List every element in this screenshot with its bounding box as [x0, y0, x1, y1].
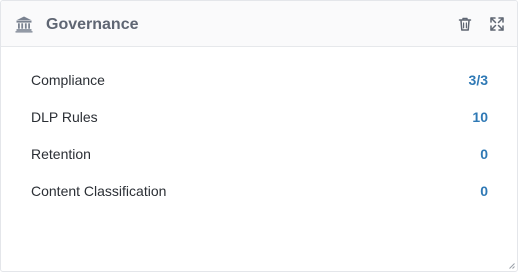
- row-label: Content Classification: [31, 183, 167, 199]
- row-value-link[interactable]: 10: [472, 109, 488, 126]
- governance-list: Compliance 3/3 DLP Rules 10 Retention 0 …: [1, 62, 517, 210]
- list-item-content-classification: Content Classification 0: [1, 173, 517, 210]
- trash-icon: [458, 17, 472, 31]
- list-item-retention: Retention 0: [1, 136, 517, 173]
- row-label: DLP Rules: [31, 109, 98, 125]
- widget-header: Governance: [1, 1, 517, 47]
- row-value-link[interactable]: 3/3: [469, 72, 488, 89]
- expand-arrows-icon: [490, 17, 504, 31]
- bank-icon: [15, 15, 33, 33]
- row-value-link[interactable]: 0: [480, 146, 488, 163]
- row-label: Retention: [31, 146, 91, 162]
- row-label: Compliance: [31, 72, 105, 88]
- delete-widget-button[interactable]: [457, 16, 473, 32]
- row-value-link[interactable]: 0: [480, 183, 488, 200]
- widget-title: Governance: [46, 16, 139, 33]
- expand-widget-button[interactable]: [489, 16, 505, 32]
- list-item-compliance: Compliance 3/3: [1, 62, 517, 99]
- governance-widget: Governance Compliance 3/3 DLP Rules 10 R…: [0, 0, 518, 272]
- list-item-dlp-rules: DLP Rules 10: [1, 99, 517, 136]
- resize-handle[interactable]: [508, 262, 515, 269]
